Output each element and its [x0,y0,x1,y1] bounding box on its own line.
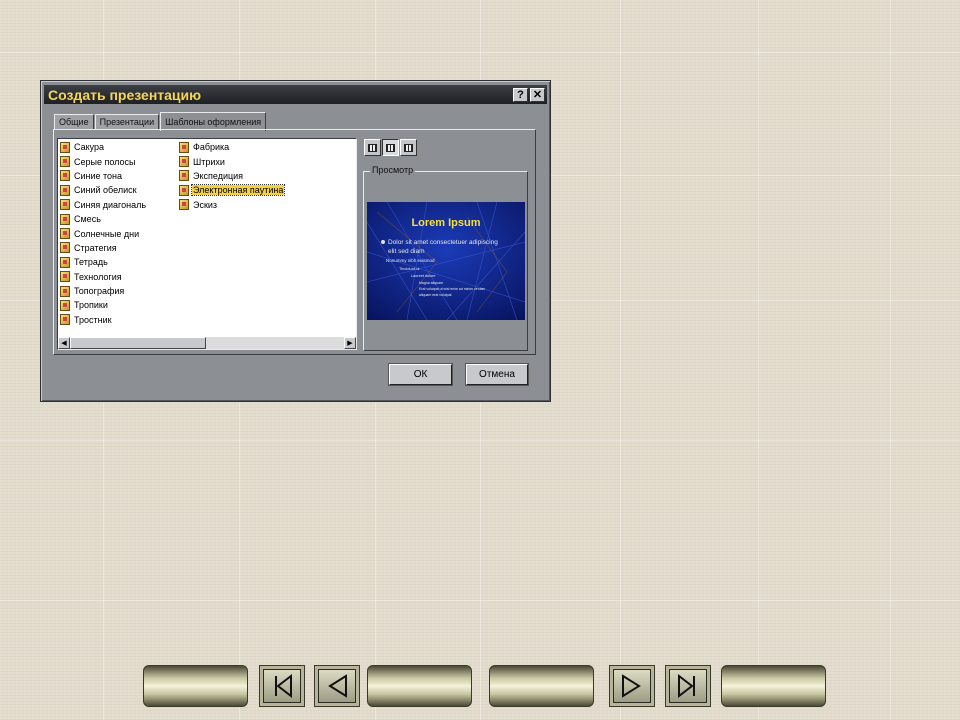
template-column-1: Сакура Серые полосы Синие тона Синий обе… [60,140,147,327]
list-item[interactable]: Технология [60,270,147,284]
template-file-icon [60,299,70,311]
list-item[interactable]: Тетрадь [60,255,147,269]
previous-slide-icon[interactable] [314,665,360,707]
scroll-right-icon[interactable]: ▶ [344,337,356,349]
template-column-2: Фабрика Штрихи Экспедиция Электронная па… [179,140,286,212]
dialog-title: Создать презентацию [48,86,202,103]
preview-bullet-3: Tincidunt ut [399,266,420,271]
list-item[interactable]: Экспедиция [179,169,284,183]
preview-bullet-2: Nonummy nibh euismod [386,258,435,263]
last-slide-icon[interactable] [665,665,711,707]
preview-bullet-1b: elit sed diam [388,248,425,255]
large-icons-view-icon[interactable] [364,139,381,156]
template-file-icon [179,199,189,211]
list-item-selected[interactable]: Электронная паутина [179,183,286,197]
blank-nav-button[interactable] [721,665,826,707]
template-file-icon [60,156,70,168]
cancel-button[interactable]: Отмена [466,364,528,385]
template-file-icon [179,156,189,168]
next-slide-icon[interactable] [609,665,655,707]
template-file-icon [60,141,70,153]
template-list[interactable]: Сакура Серые полосы Синие тона Синий обе… [57,138,357,350]
new-presentation-dialog: Создать презентацию ? ✕ Общие Презентаци… [40,80,551,402]
template-file-icon [60,228,70,240]
blank-nav-button[interactable] [143,665,248,707]
blank-nav-button[interactable] [489,665,594,707]
scroll-left-icon[interactable]: ◀ [58,337,70,349]
help-button[interactable]: ? [513,87,528,102]
list-item[interactable]: Тростник [60,313,147,327]
list-item[interactable]: Штрихи [179,154,284,168]
details-view-icon[interactable] [400,139,417,156]
preview-bullet-4: Laoreet dolore [411,274,436,278]
preview-bullet-1: Dolor sit amet consectetuer adipiscing [388,239,498,246]
list-item[interactable]: Синяя диагональ [60,198,147,212]
list-item[interactable]: Тропики [60,298,147,312]
preview-bullet-6: Erat volutpat ut wisi enim ad minim veni… [419,287,485,291]
template-file-icon [179,184,189,196]
list-item[interactable]: Смесь [60,212,147,226]
tab-bar: Общие Презентации Шаблоны оформления [54,112,267,131]
list-item[interactable]: Серые полосы [60,154,147,168]
template-file-icon [60,184,70,196]
blank-nav-button[interactable] [367,665,472,707]
template-file-icon [60,170,70,182]
template-preview-image: Lorem Ipsum Dolor sit amet consectetuer … [367,202,525,320]
template-file-icon [179,141,189,153]
tab-presentations[interactable]: Презентации [94,114,160,130]
preview-group: Просмотр Lorem Ipsum Dolor sit amet cons… [363,165,528,351]
scrollbar-thumb[interactable] [70,337,206,349]
template-file-icon [60,242,70,254]
template-file-icon [60,314,70,326]
preview-bullet-5: Magna aliquam [419,281,443,285]
first-slide-icon[interactable] [259,665,305,707]
list-item[interactable]: Топография [60,284,147,298]
preview-bullet-7: aliquam erat volutpat [419,293,452,297]
tab-general[interactable]: Общие [54,114,94,130]
list-view-icon[interactable] [382,139,399,156]
list-item[interactable]: Стратегия [60,241,147,255]
preview-slide-title: Lorem Ipsum [411,217,480,229]
template-file-icon [60,213,70,225]
template-file-icon [60,285,70,297]
list-item[interactable]: Сакура [60,140,147,154]
dialog-titlebar: Создать презентацию ? ✕ [44,85,547,104]
horizontal-scrollbar[interactable]: ◀ ▶ [58,337,356,349]
list-item[interactable]: Синие тона [60,169,147,183]
template-file-icon [60,256,70,268]
ok-button[interactable]: ОК [389,364,452,385]
close-button[interactable]: ✕ [530,87,545,102]
list-item[interactable]: Фабрика [179,140,284,154]
list-item[interactable]: Синий обелиск [60,183,147,197]
view-buttons [364,139,418,156]
template-file-icon [179,170,189,182]
list-item[interactable]: Солнечные дни [60,226,147,240]
template-file-icon [60,271,70,283]
preview-label: Просмотр [370,165,416,175]
list-item[interactable]: Эскиз [179,198,284,212]
template-file-icon [60,199,70,211]
